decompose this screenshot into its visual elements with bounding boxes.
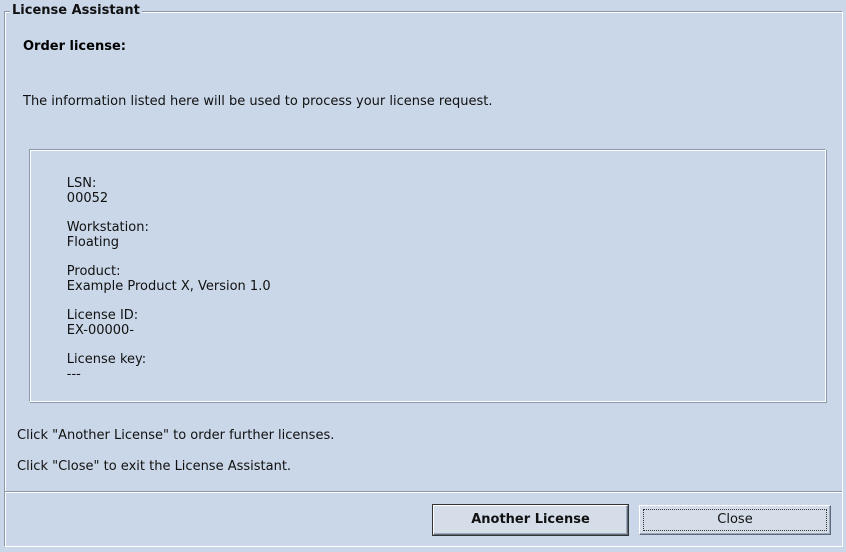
info-value-product: Example Product X, Version 1.0 (66, 279, 271, 294)
info-label-lsn: LSN: (66, 176, 97, 191)
info-row-license-key: License key: --- (42, 337, 152, 397)
info-value-lsn: 00052 (66, 191, 109, 206)
info-value-workstation: Floating (66, 235, 120, 250)
info-label-workstation: Workstation: (66, 220, 149, 235)
info-value-license-id: EX-00000- (66, 323, 135, 338)
intro-text: The information listed here will be used… (23, 94, 493, 109)
group-title: License Assistant (10, 3, 142, 19)
hint-another-license: Click "Another License" to order further… (17, 428, 335, 443)
page-heading: Order license: (23, 39, 126, 54)
license-assistant-window: License Assistant Order license: The inf… (0, 0, 846, 552)
info-value-license-key: --- (66, 367, 81, 382)
info-label-license-id: License ID: (66, 308, 139, 323)
close-button[interactable]: Close (639, 505, 831, 535)
info-label-product: Product: (66, 264, 121, 279)
info-label-license-key: License key: (66, 352, 147, 367)
another-license-button[interactable]: Another License (432, 504, 629, 536)
license-info-panel: LSN: 00052 Workstation: Floating Product… (29, 149, 826, 402)
button-bar-separator (5, 491, 842, 493)
close-button-label: Close (717, 512, 753, 527)
hint-close: Click "Close" to exit the License Assist… (17, 459, 292, 474)
